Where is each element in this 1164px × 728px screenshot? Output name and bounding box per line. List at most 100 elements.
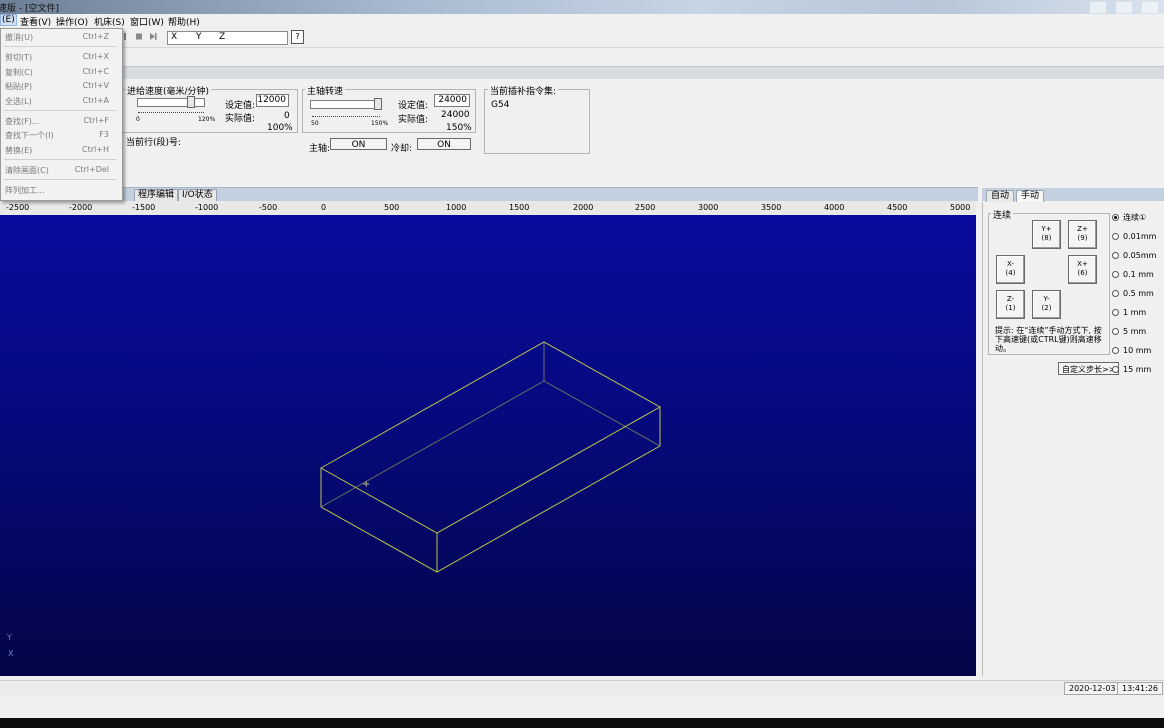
gcode-group bbox=[484, 89, 590, 154]
menu-shortcut: Ctrl+Z bbox=[82, 32, 109, 41]
jog-hint-text: 提示: 在“连续”手动方式下, 按下高速键(或CTRL键)则高速移动。 bbox=[995, 326, 1102, 353]
step-option-1[interactable]: 1 mm bbox=[1112, 308, 1146, 317]
menu-separator bbox=[4, 110, 117, 111]
block-top-face bbox=[319, 341, 662, 534]
menu-view[interactable]: 查看(V) bbox=[20, 15, 51, 28]
stop-icon[interactable] bbox=[136, 33, 142, 40]
menu-item-replace[interactable]: 替换(E) bbox=[5, 145, 32, 156]
radio-dot bbox=[1112, 328, 1119, 335]
jog-x-minus-button[interactable]: X- (4) bbox=[996, 255, 1025, 284]
coolant-toggle-label: 冷却: bbox=[391, 144, 413, 154]
menu-operate[interactable]: 操作(O) bbox=[56, 15, 88, 28]
minimize-button[interactable] bbox=[1090, 2, 1106, 13]
coord-z-label: Z bbox=[219, 32, 226, 42]
screen-bottom-edge bbox=[0, 718, 1164, 728]
menu-item-find[interactable]: 查找(F)... bbox=[5, 116, 39, 127]
jog-axis-label: Z+ bbox=[1077, 225, 1088, 233]
maximize-button[interactable] bbox=[1116, 2, 1132, 13]
title-bar: 速版 - [空文件] bbox=[0, 0, 1164, 14]
origin-marker: + bbox=[362, 479, 371, 490]
step-option-0-1[interactable]: 0.1 mm bbox=[1112, 270, 1154, 279]
spindle-on-button[interactable]: ON bbox=[330, 138, 387, 150]
step-option-10[interactable]: 10 mm bbox=[1112, 346, 1151, 355]
step-option-0-01[interactable]: 0.01mm bbox=[1112, 232, 1156, 241]
help-button[interactable]: ? bbox=[291, 30, 304, 44]
menu-separator bbox=[4, 46, 117, 47]
step-option-5[interactable]: 5 mm bbox=[1112, 327, 1146, 336]
menu-help[interactable]: 帮助(H) bbox=[168, 15, 200, 28]
step-option-label: 10 mm bbox=[1123, 346, 1152, 355]
block-bottom-edges bbox=[320, 445, 661, 573]
spindle-actual-value: 24000 bbox=[441, 110, 470, 120]
close-button[interactable] bbox=[1142, 2, 1158, 13]
radio-dot bbox=[1112, 271, 1119, 278]
menu-window[interactable]: 窗口(W) bbox=[130, 15, 164, 28]
step-option-0-5[interactable]: 0.5 mm bbox=[1112, 289, 1154, 298]
gcode-value: G54 bbox=[491, 100, 510, 110]
menu-item-select-all[interactable]: 全选(L) bbox=[5, 96, 32, 107]
spindle-slider-thumb[interactable] bbox=[374, 98, 382, 110]
toolpath-viewport[interactable]: + Y X bbox=[0, 215, 976, 676]
jog-x-plus-button[interactable]: X+ (6) bbox=[1068, 255, 1097, 284]
menu-edit[interactable]: (E) bbox=[0, 14, 17, 26]
step-option-0-05[interactable]: 0.05mm bbox=[1112, 251, 1156, 260]
menu-shortcut: Ctrl+Del bbox=[74, 165, 109, 174]
spindle-speed-title: 主轴转速 bbox=[305, 84, 346, 97]
jog-y-plus-button[interactable]: Y+ (8) bbox=[1032, 220, 1061, 249]
step-option-label: 0.1 mm bbox=[1123, 270, 1154, 279]
feed-tick-max: 120% bbox=[198, 116, 216, 123]
jog-key-label: (2) bbox=[1041, 304, 1052, 312]
step-option-15[interactable]: 15 mm bbox=[1112, 365, 1151, 374]
step-option-continuous[interactable]: 连续① bbox=[1112, 212, 1146, 223]
feed-speed-title: 进给速度(毫米/分钟) bbox=[125, 84, 212, 97]
ruler-label: 4500 bbox=[887, 203, 908, 212]
feed-slider-thumb[interactable] bbox=[186, 96, 195, 108]
radio-dot bbox=[1112, 309, 1119, 316]
jog-key-label: (8) bbox=[1041, 234, 1052, 242]
feed-actual-value: 0 bbox=[284, 111, 290, 121]
ruler-label: 1000 bbox=[446, 203, 467, 212]
step-option-label: 0.01mm bbox=[1123, 232, 1157, 241]
menu-item-cut[interactable]: 剪切(T) bbox=[5, 52, 32, 63]
tab-program-edit[interactable]: 程序编辑 bbox=[134, 189, 179, 201]
feed-speed-slider[interactable] bbox=[137, 98, 205, 107]
spindle-set-value[interactable]: 24000 bbox=[434, 94, 470, 107]
menu-shortcut: F3 bbox=[99, 130, 109, 139]
jog-y-minus-button[interactable]: Y- (2) bbox=[1032, 290, 1061, 319]
panel-header-band bbox=[0, 66, 1164, 79]
menu-item-clear-screen[interactable]: 清除画面(C) bbox=[5, 165, 49, 176]
step-option-label: 15 mm bbox=[1123, 365, 1152, 374]
ruler-label: 1500 bbox=[509, 203, 530, 212]
jog-z-plus-button[interactable]: Z+ (9) bbox=[1068, 220, 1097, 249]
menu-item-copy[interactable]: 复制(C) bbox=[5, 67, 33, 78]
menu-item-paste[interactable]: 粘贴(P) bbox=[5, 81, 32, 92]
menu-item-array-machining[interactable]: 阵列加工... bbox=[5, 185, 45, 196]
menu-item-find-next[interactable]: 查找下一个(I) bbox=[5, 130, 54, 141]
menu-item-undo[interactable]: 撤消(U) bbox=[5, 32, 33, 43]
step-option-label: 1 mm bbox=[1123, 308, 1147, 317]
menu-machine[interactable]: 机床(S) bbox=[94, 15, 125, 28]
spindle-toggle-label: 主轴: bbox=[309, 144, 331, 154]
ruler-label: -1000 bbox=[195, 203, 219, 212]
window-title: 速版 - [空文件] bbox=[0, 4, 59, 14]
ruler-label: 500 bbox=[384, 203, 400, 212]
coordinate-display: X Y Z bbox=[167, 31, 288, 45]
custom-step-button[interactable]: 自定义步长>> bbox=[1058, 362, 1120, 375]
coolant-on-button[interactable]: ON bbox=[417, 138, 471, 150]
menu-shortcut: Ctrl+A bbox=[82, 96, 109, 105]
tab-io-status[interactable]: I/O状态 bbox=[178, 189, 217, 201]
tab-manual[interactable]: 手动 bbox=[1016, 190, 1045, 202]
ruler-label: 3000 bbox=[698, 203, 719, 212]
radio-dot bbox=[1112, 233, 1119, 240]
jog-z-minus-button[interactable]: Z- (1) bbox=[996, 290, 1025, 319]
jog-key-label: (4) bbox=[1005, 269, 1016, 277]
jog-axis-label: Y- bbox=[1043, 295, 1050, 303]
spindle-speed-slider[interactable] bbox=[310, 100, 382, 109]
feed-set-value[interactable]: 12000 bbox=[256, 94, 289, 107]
ruler-label: -2500 bbox=[6, 203, 30, 212]
ruler-label: 4000 bbox=[824, 203, 845, 212]
spindle-tick-max: 150% bbox=[371, 120, 389, 127]
step-icon[interactable] bbox=[150, 33, 157, 40]
workpiece-wireframe bbox=[319, 341, 662, 573]
tab-auto[interactable]: 自动 bbox=[986, 190, 1015, 202]
